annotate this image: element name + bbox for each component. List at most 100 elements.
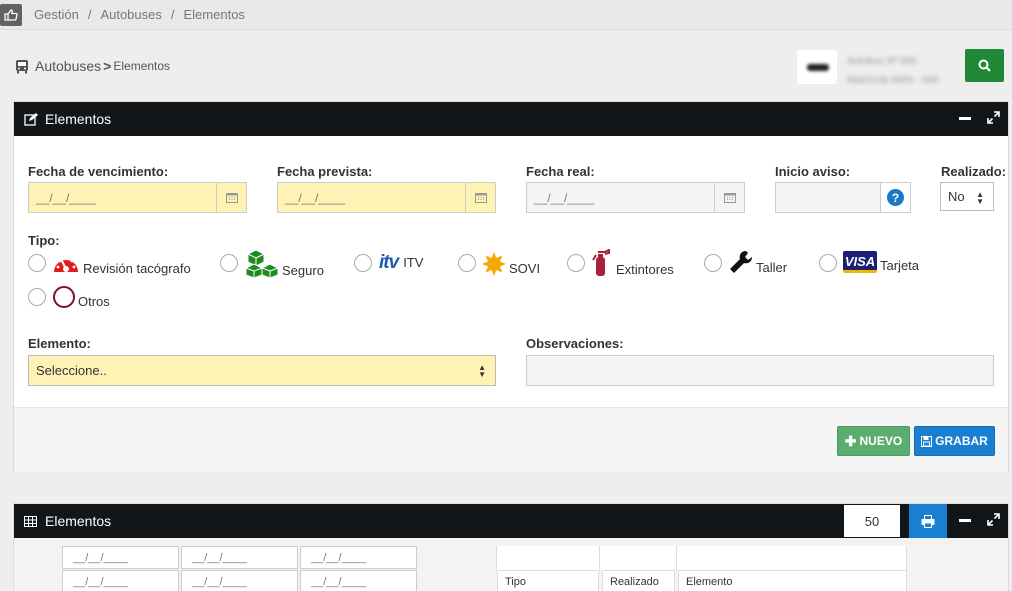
bus-icon [16, 59, 28, 73]
filter-date-cell[interactable]: __/__/____ [181, 546, 298, 569]
elemento-select[interactable]: Seleccione.. ▲ ▼ [28, 355, 496, 386]
option-otros[interactable]: Otros [52, 285, 110, 309]
radio-seguro[interactable] [220, 254, 238, 272]
filter-date-cell[interactable]: __/__/____ [181, 570, 298, 591]
list-panel-title: Elementos [45, 513, 112, 529]
realizado-label: Realizado: [941, 164, 1007, 179]
option-seguro[interactable]: Seguro [244, 248, 324, 278]
visa-card-icon: VISA [843, 251, 877, 273]
filter-date-cell[interactable]: __/__/____ [300, 570, 417, 591]
form-footer: ✚ NUEVO GRABAR [14, 408, 1008, 472]
collapse-icon[interactable] [959, 117, 971, 120]
nuevo-button-label: NUEVO [859, 434, 903, 448]
sun-icon [482, 252, 506, 276]
radio-itv[interactable] [354, 254, 372, 272]
breadcrumb: Gestión / Autobuses / Elementos [34, 7, 245, 22]
list-grid: __/__/____ __/__/____ __/__/____ __/__/_… [14, 538, 1008, 591]
option-sovi[interactable]: SOVI [482, 252, 540, 276]
select-arrows-icon: ▲ ▼ [478, 363, 486, 379]
option-taller-label: Taller [756, 260, 788, 275]
observaciones-label: Observaciones: [526, 336, 624, 351]
circle-icon [53, 286, 75, 308]
fecha-real-field[interactable]: __/__/____ [526, 182, 745, 213]
page-title-section: Autobuses [35, 58, 102, 74]
list-panel-header: Elementos 50 [14, 504, 1008, 538]
column-header-tipo[interactable]: Tipo [497, 570, 599, 591]
help-button[interactable]: ? [880, 183, 910, 212]
save-icon [921, 435, 933, 447]
option-revision-tacografo[interactable]: Revisión tacógrafo [52, 252, 191, 276]
search-button[interactable] [965, 49, 1004, 82]
filter-date-cell[interactable]: __/__/____ [62, 546, 179, 569]
radio-revision-tacografo[interactable] [28, 254, 46, 272]
radio-sovi[interactable] [458, 254, 476, 272]
breadcrumb-item-gestion[interactable]: Gestión [34, 7, 79, 22]
radio-tarjeta[interactable] [819, 254, 837, 272]
option-extintores[interactable]: Extintores [592, 249, 674, 277]
collapse-icon[interactable] [959, 519, 971, 522]
calendar-icon[interactable] [465, 183, 495, 212]
filter-date-cell[interactable]: __/__/____ [300, 546, 417, 569]
select-arrows-icon: ▲ ▼ [976, 190, 984, 206]
tachograph-icon [54, 259, 78, 272]
option-tarjeta[interactable]: VISA Tarjeta [843, 251, 919, 273]
form-panel-title: Elementos [45, 111, 112, 127]
nuevo-button[interactable]: ✚ NUEVO [837, 426, 910, 456]
table-header-spacer [600, 546, 677, 570]
fecha-vencimiento-label: Fecha de vencimiento: [28, 164, 169, 179]
grabar-button[interactable]: GRABAR [914, 426, 995, 456]
edit-icon [24, 112, 38, 126]
option-extintores-label: Extintores [616, 262, 674, 277]
form-panel: Elementos Fecha de vencimiento: __/__/__… [13, 101, 1009, 472]
calendar-icon[interactable] [714, 183, 744, 212]
option-tarjeta-label: Tarjeta [880, 258, 920, 273]
column-header-elemento[interactable]: Elemento [678, 570, 907, 591]
grabar-button-label: GRABAR [935, 434, 988, 448]
fecha-vencimiento-value: __/__/____ [36, 190, 97, 205]
page-title-subsection: Elementos [113, 59, 171, 73]
wrench-icon [730, 250, 753, 273]
rows-per-page-input[interactable]: 50 [844, 505, 900, 537]
bus-info-line-2: Matrícula 0000 - 000 [847, 75, 939, 86]
radio-extintores[interactable] [567, 254, 585, 272]
form-panel-header: Elementos [14, 102, 1008, 136]
plus-icon: ✚ [844, 432, 857, 449]
form-body: Fecha de vencimiento: __/__/____ Fecha p… [14, 136, 1008, 408]
option-seguro-label: Seguro [282, 263, 324, 278]
home-hand-icon[interactable] [0, 4, 22, 26]
column-header-realizado[interactable]: Realizado [602, 570, 675, 591]
fecha-vencimiento-field[interactable]: __/__/____ [28, 182, 247, 213]
elemento-label: Elemento: [28, 336, 91, 351]
observaciones-field[interactable] [526, 355, 994, 386]
filter-date-cell[interactable]: __/__/____ [62, 570, 179, 591]
radio-otros[interactable] [28, 288, 46, 306]
expand-icon[interactable] [987, 111, 1000, 124]
option-sovi-label: SOVI [509, 261, 541, 276]
inicio-aviso-field[interactable]: ? [775, 182, 911, 213]
radio-taller[interactable] [704, 254, 722, 272]
fecha-real-label: Fecha real: [526, 164, 595, 179]
realizado-value: No [948, 189, 965, 204]
boxes-icon [244, 249, 280, 278]
elemento-value: Seleccione.. [36, 363, 107, 378]
rows-per-page-value: 50 [864, 513, 880, 529]
realizado-select[interactable]: No ▲ ▼ [940, 182, 994, 211]
option-revision-tacografo-label: Revisión tacógrafo [83, 261, 191, 276]
fire-extinguisher-icon [592, 249, 610, 276]
table-header-spacer [496, 546, 600, 570]
option-itv[interactable]: itv ITV [379, 252, 423, 273]
fecha-prevista-value: __/__/____ [285, 190, 346, 205]
bus-info-line-1: Autobus Nº 000 [847, 56, 917, 67]
list-panel: Elementos 50 __/__/____ __/__/____ __/__… [13, 503, 1009, 591]
breadcrumb-item-autobuses[interactable]: Autobuses [100, 7, 161, 22]
calendar-icon[interactable] [216, 183, 246, 212]
print-button[interactable] [909, 504, 947, 538]
fecha-prevista-label: Fecha prevista: [277, 164, 373, 179]
search-icon [978, 59, 991, 72]
expand-icon[interactable] [987, 513, 1000, 526]
breadcrumb-item-elementos: Elementos [183, 7, 245, 22]
fecha-prevista-field[interactable]: __/__/____ [277, 182, 496, 213]
itv-logo: itv [379, 252, 399, 273]
option-taller[interactable]: Taller [728, 249, 787, 275]
inicio-aviso-label: Inicio aviso: [775, 164, 851, 179]
